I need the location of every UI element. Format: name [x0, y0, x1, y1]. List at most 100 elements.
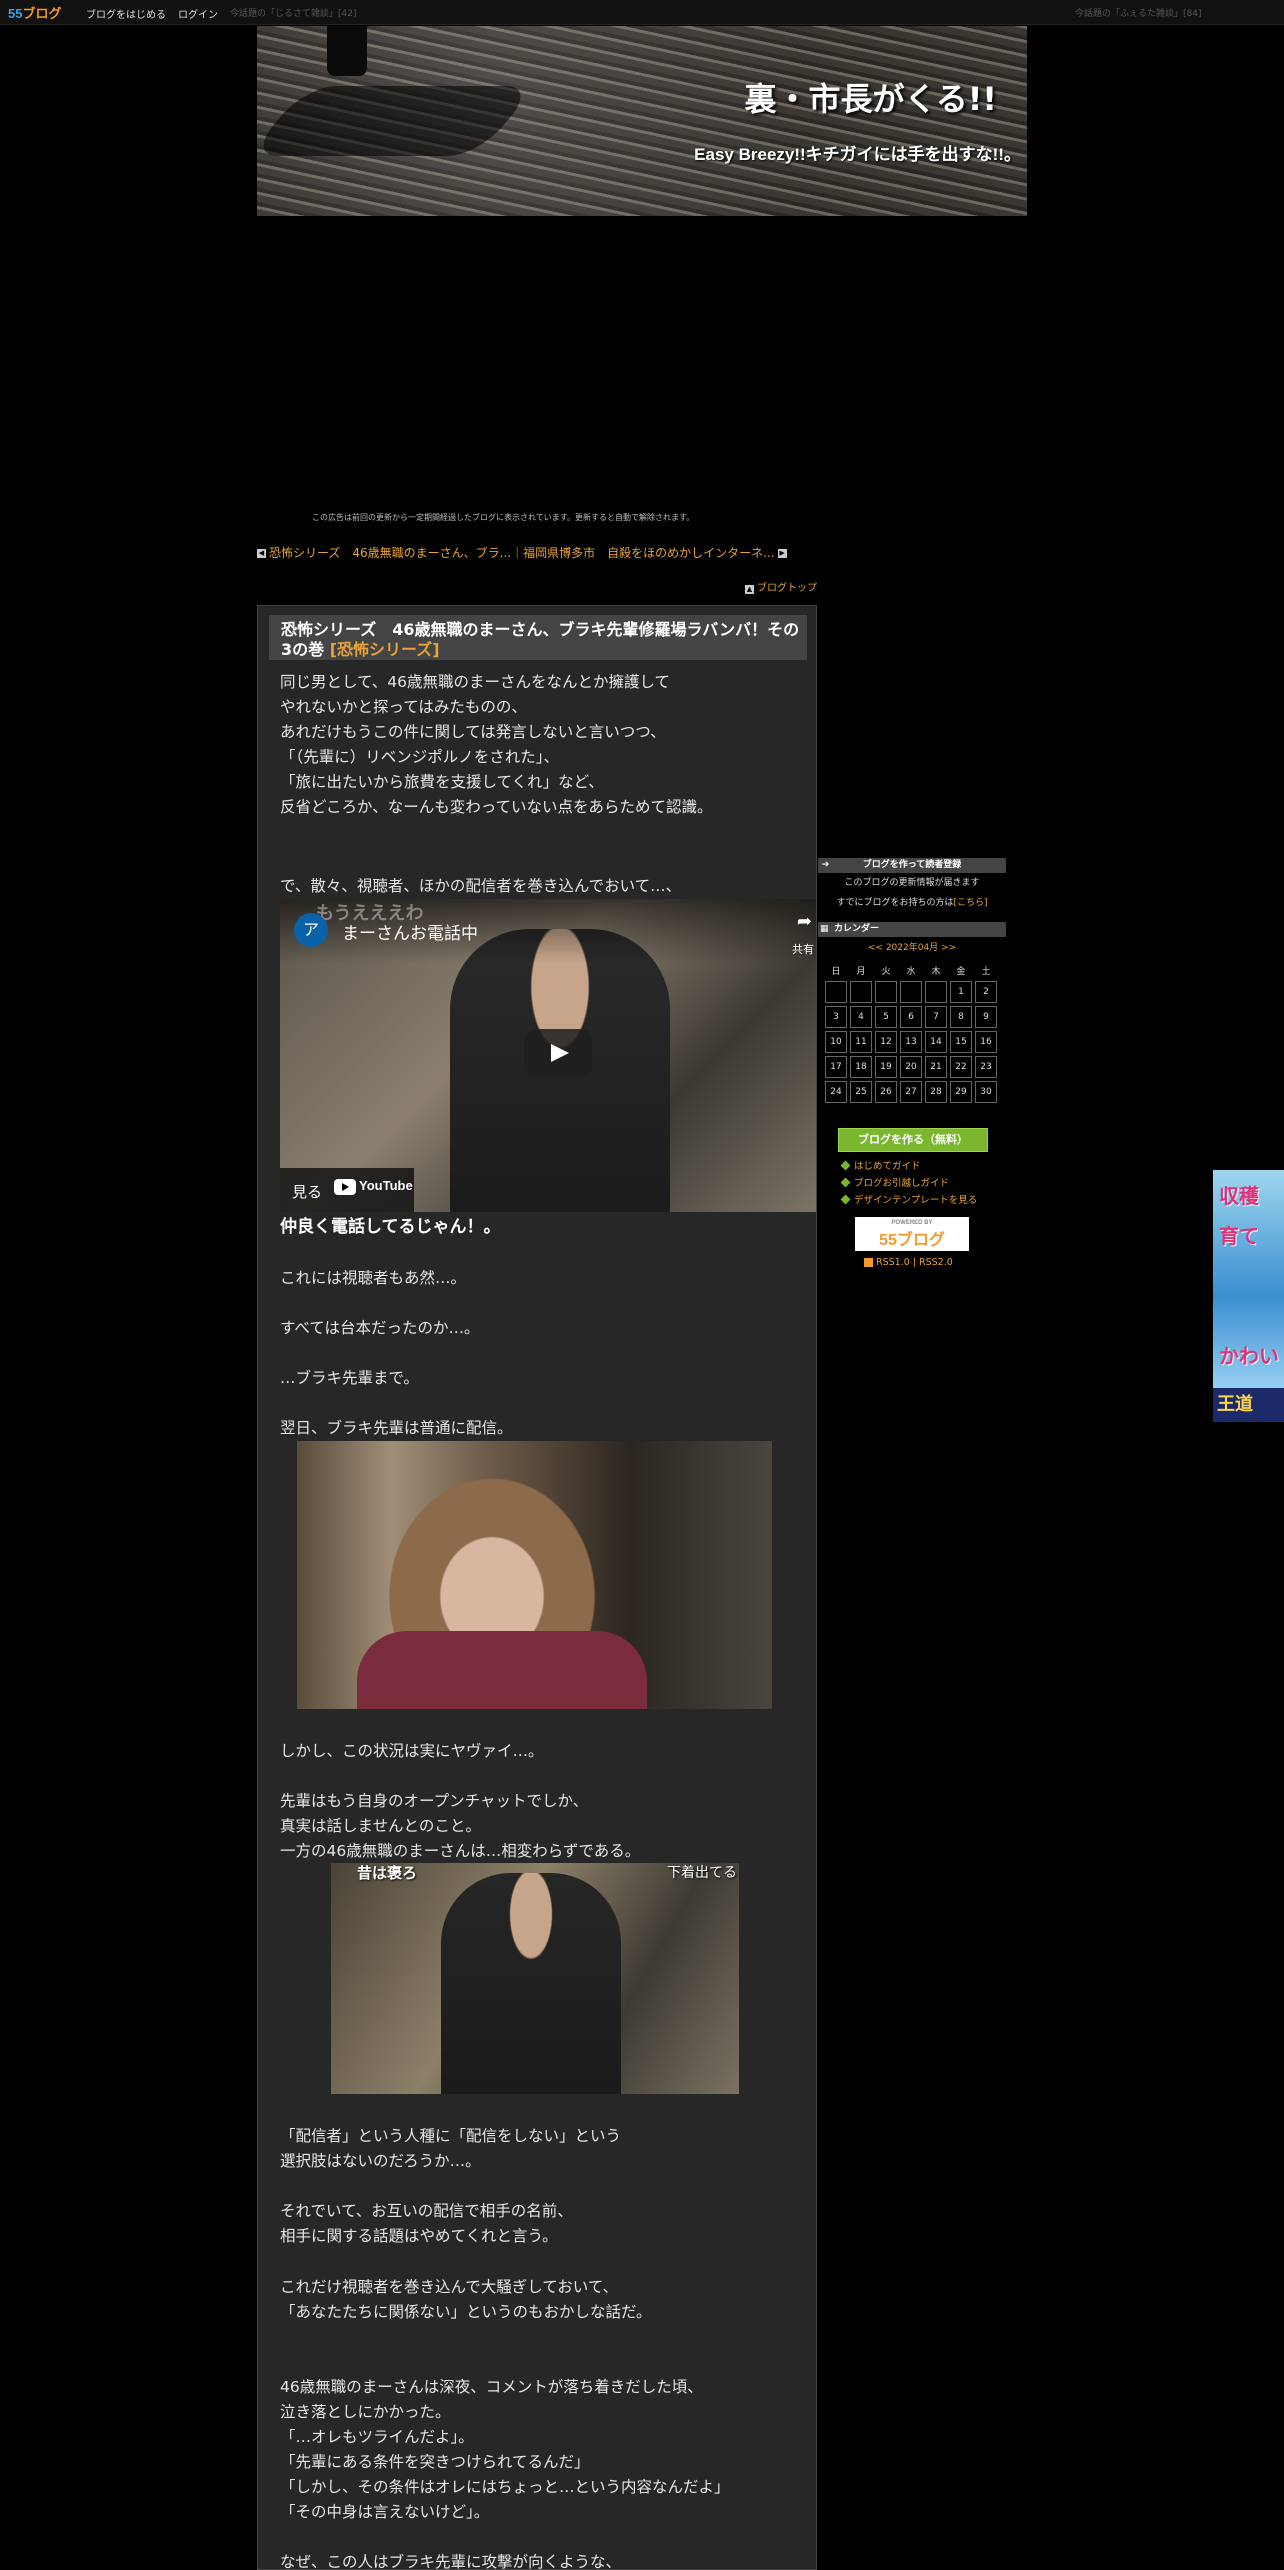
share-label[interactable]: 共有 — [792, 941, 814, 957]
reader-here-link[interactable]: [こちら] — [954, 898, 988, 908]
paragraph: これには視聴者もあ然…。 — [280, 1269, 467, 1287]
header-shadow — [257, 86, 537, 156]
calendar-day[interactable]: 15 — [950, 1031, 972, 1053]
calendar-table: 日月火水木金土 1 2 3 4 5 6 7 8 9 10 11 12 13 14 15 16 17 18 19 20 2… — [822, 959, 1000, 1106]
calendar-day[interactable]: 16 — [975, 1031, 997, 1053]
reader-text-label: すでにブログをお持ちの方は — [836, 898, 954, 908]
youtube-embed[interactable]: もうえええわ ア まーさんお電話中 ➦ 共有 見る YouTube — [280, 899, 816, 1212]
calendar-day[interactable]: 14 — [925, 1031, 947, 1053]
calendar-month-nav[interactable]: << 2022年04月 >> — [818, 940, 1006, 953]
calendar-week: 17 18 19 20 21 22 23 — [825, 1056, 997, 1078]
prev-next-nav[interactable]: ◀ 恐怖シリーズ 46歳無職のまーさん、ブラ...｜福岡県博多市 自殺をほのめかし… — [257, 544, 797, 562]
calendar-day[interactable]: 26 — [875, 1081, 897, 1103]
calendar-week: 12 — [825, 981, 997, 1003]
calendar-day[interactable]: 20 — [900, 1056, 922, 1078]
ad-line-1: 収穫 — [1219, 1184, 1259, 1208]
side-banner-ad[interactable]: 収穫 育て かわい 王道 — [1213, 1170, 1284, 1422]
calendar-day[interactable]: 19 — [875, 1056, 897, 1078]
reader-register-title: ブログを作って読者登録 — [862, 860, 962, 870]
ad-bottom-text: 王道 — [1213, 1388, 1284, 1422]
calendar-day[interactable]: 7 — [925, 1006, 947, 1028]
next-arrow-icon[interactable]: ▶ — [777, 549, 787, 558]
calendar-day[interactable]: 22 — [950, 1056, 972, 1078]
create-blog-button[interactable]: ブログを作る（無料） — [838, 1128, 988, 1152]
calendar-day[interactable]: 17 — [825, 1056, 847, 1078]
guide-link-first[interactable]: はじめてガイド — [840, 1158, 1006, 1175]
rss-links[interactable]: RSS1.0 | RSS2.0 — [864, 1257, 1006, 1268]
article-category-link[interactable]: [恐怖シリーズ] — [330, 640, 440, 659]
calendar-day — [850, 981, 872, 1003]
trending-link-right[interactable]: 今話題の「ふぇるた雑談」[84] — [1075, 6, 1201, 19]
powered-by-text: POWERED BY — [891, 1220, 933, 1226]
article: 恐怖シリーズ 46歳無職のまーさん、ブラキ先輩修羅場ラバンバ！その3の巻 [恐怖… — [257, 605, 817, 2570]
calendar-day[interactable]: 21 — [925, 1056, 947, 1078]
calendar-day — [875, 981, 897, 1003]
image-person — [441, 1873, 621, 2094]
powered-by-badge[interactable]: POWERED BY 55ブログ — [855, 1217, 969, 1251]
calendar-day[interactable]: 4 — [850, 1006, 872, 1028]
video-title[interactable]: まーさんお電話中 — [342, 919, 478, 944]
prev-arrow-icon[interactable]: ◀ — [257, 549, 266, 558]
rss-label[interactable]: RSS1.0 | RSS2.0 — [876, 1257, 953, 1268]
powered-by-logo: 55ブログ — [879, 1232, 945, 1249]
paragraph: 仲良く電話してるじゃん！。 — [280, 1217, 501, 1237]
calendar-day[interactable]: 30 — [975, 1081, 997, 1103]
guide-link-templates[interactable]: デザインテンプレートを見る — [840, 1192, 1006, 1209]
calendar-day[interactable]: 2 — [975, 981, 997, 1003]
calendar-day[interactable]: 1 — [950, 981, 972, 1003]
reader-register-text: このブログの更新情報が届きます すでにブログをお持ちの方は[こちら] — [818, 873, 1006, 913]
reader-text-line1: このブログの更新情報が届きます — [844, 878, 980, 888]
paragraph: これだけ視聴者を巻き込んで大騒ぎしておいて、 「あなたたちに関係ない」というのも… — [280, 2278, 652, 2321]
prev-next-text[interactable]: 恐怖シリーズ 46歳無職のまーさん、ブラ...｜福岡県博多市 自殺をほのめかしイ… — [269, 546, 775, 560]
play-button[interactable] — [524, 1029, 592, 1077]
youtube-icon — [334, 1178, 356, 1195]
guide-label[interactable]: デザインテンプレートを見る — [854, 1195, 977, 1206]
login-link[interactable]: ログイン — [178, 6, 218, 21]
calendar-week: 24 25 26 27 28 29 30 — [825, 1081, 997, 1103]
site-logo[interactable]: 55ブログ — [8, 3, 61, 22]
reader-text-line2: すでにブログをお持ちの方は[こちら] — [818, 893, 1006, 913]
reader-register-header: ➔ ブログを作って読者登録 — [818, 858, 1006, 873]
rss-icon — [864, 1258, 873, 1267]
calendar-day[interactable]: 10 — [825, 1031, 847, 1053]
calendar-day[interactable]: 12 — [875, 1031, 897, 1053]
calendar-day[interactable]: 8 — [950, 1006, 972, 1028]
calendar-title: カレンダー — [834, 924, 880, 934]
watch-on-youtube-button[interactable]: 見る YouTube — [280, 1168, 414, 1212]
image-caption-left: 昔は褒ろ — [357, 1864, 418, 1882]
calendar-day[interactable]: 27 — [900, 1081, 922, 1103]
calendar-day[interactable]: 29 — [950, 1081, 972, 1103]
guide-label[interactable]: ブログお引越しガイド — [854, 1178, 949, 1189]
start-blog-link[interactable]: ブログをはじめる — [86, 6, 166, 21]
channel-avatar[interactable]: ア — [294, 913, 328, 947]
ad-notice: この広告は前回の更新から一定期間経過したブログに表示されています。更新すると自動… — [312, 513, 695, 522]
blog-top-link[interactable]: ▲ ブログトップ — [745, 579, 817, 594]
calendar-day[interactable]: 23 — [975, 1056, 997, 1078]
calendar-day[interactable]: 9 — [975, 1006, 997, 1028]
calendar-day[interactable]: 11 — [850, 1031, 872, 1053]
share-icon[interactable]: ➦ — [797, 911, 812, 932]
diamond-icon — [840, 1177, 851, 1188]
guide-links: はじめてガイド ブログお引越しガイド デザインテンプレートを見る — [840, 1158, 1006, 1209]
calendar-day[interactable]: 6 — [900, 1006, 922, 1028]
calendar-day[interactable]: 24 — [825, 1081, 847, 1103]
diamond-icon — [840, 1160, 851, 1171]
calendar-day[interactable]: 28 — [925, 1081, 947, 1103]
calendar-weekday: 木 — [931, 966, 941, 977]
calendar-day — [925, 981, 947, 1003]
guide-link-move[interactable]: ブログお引越しガイド — [840, 1175, 1006, 1192]
calendar-day — [900, 981, 922, 1003]
sidebar: ➔ ブログを作って読者登録 このブログの更新情報が届きます すでにブログをお持ちの… — [818, 858, 1006, 1268]
guide-label[interactable]: はじめてガイド — [854, 1161, 921, 1172]
image-caption-right: 下着出てる — [667, 1865, 737, 1881]
blog-title[interactable]: 裏・市長がくる!! — [744, 74, 997, 120]
ad-line-3: かわい — [1219, 1344, 1279, 1368]
calendar-day[interactable]: 3 — [825, 1006, 847, 1028]
calendar-day[interactable]: 18 — [850, 1056, 872, 1078]
trending-link[interactable]: 今話題の「じるさて雑談」[42] — [230, 6, 356, 19]
blog-top-label[interactable]: ブログトップ — [757, 583, 817, 594]
paragraph: なぜ、この人はブラキ先輩に攻撃が向くような、 — [280, 2553, 622, 2570]
calendar-day[interactable]: 5 — [875, 1006, 897, 1028]
calendar-day[interactable]: 25 — [850, 1081, 872, 1103]
calendar-day[interactable]: 13 — [900, 1031, 922, 1053]
